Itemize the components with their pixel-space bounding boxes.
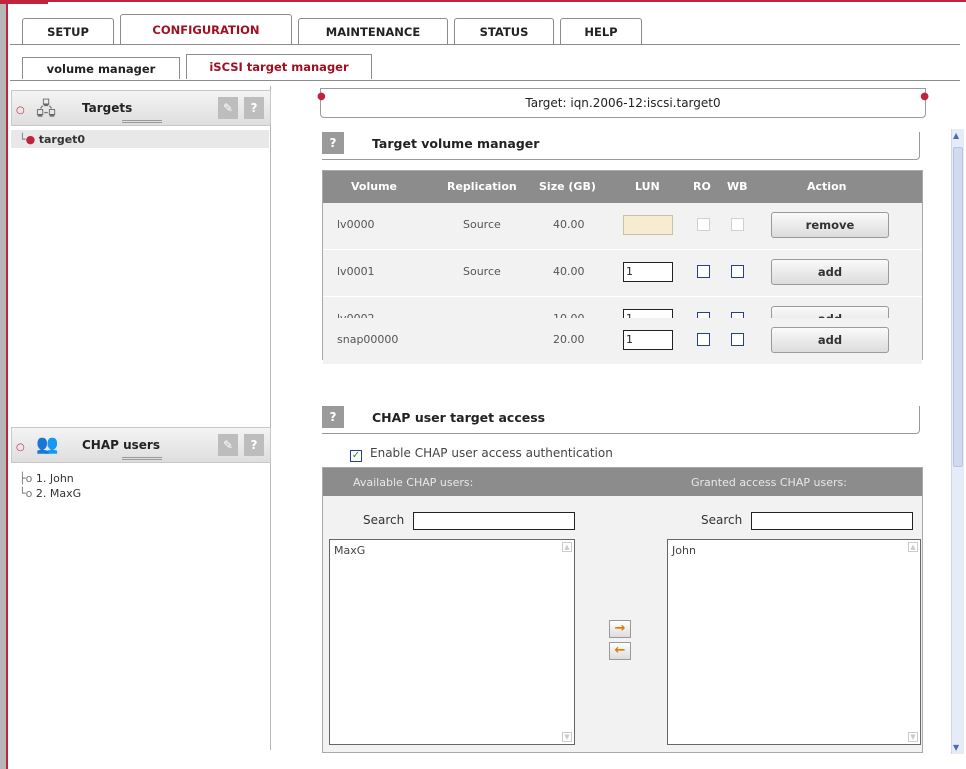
col-lun: LUN [635, 180, 660, 193]
lun-input[interactable]: 1 [623, 330, 673, 350]
resize-grip[interactable] [122, 120, 162, 123]
targets-panel-header: ○ 🖧 Targets ✎ ? [11, 90, 271, 126]
granted-users-list[interactable]: John ▲ ▼ [667, 539, 921, 745]
col-replication: Replication [447, 180, 517, 193]
lun-input[interactable]: 1 [623, 262, 673, 282]
page-scrollbar[interactable]: ▲ ▼ [951, 129, 964, 754]
ro-checkbox[interactable] [697, 333, 710, 346]
scroll-up-icon[interactable]: ▲ [908, 542, 918, 552]
chap-users-header: Available CHAP users: Granted access CHA… [323, 468, 922, 496]
move-right-button[interactable]: → [609, 620, 631, 638]
tab-iscsi-target-manager[interactable]: iSCSI target manager [186, 54, 372, 79]
volume-name: lv0001 [337, 265, 375, 278]
available-users-list[interactable]: MaxG ▲ ▼ [329, 539, 575, 745]
col-volume: Volume [351, 180, 397, 193]
granted-search-label: Search [701, 513, 743, 527]
tab-help[interactable]: HELP [560, 18, 642, 44]
scroll-up-icon[interactable]: ▲ [562, 542, 572, 552]
volume-help-button[interactable]: ? [322, 132, 344, 154]
targets-help-button[interactable]: ? [244, 97, 264, 119]
scrollbar-thumb[interactable] [953, 147, 963, 467]
tree-item-user[interactable]: ├o 1. John [19, 472, 74, 485]
chap-title: CHAP users [82, 438, 160, 452]
scroll-down-icon[interactable]: ▼ [562, 732, 572, 742]
volume-size: 40.00 [553, 265, 585, 278]
scroll-down-icon[interactable]: ▼ [908, 732, 918, 742]
granted-search-input[interactable] [751, 512, 913, 530]
wrench-icon[interactable]: ✎ [218, 434, 238, 456]
add-button[interactable]: add [771, 327, 889, 353]
targets-icon: 🖧 [36, 99, 57, 120]
wb-checkbox[interactable] [731, 265, 744, 278]
target-title: Target: iqn.2006-12:iscsi.target0 [525, 96, 721, 110]
add-button[interactable]: add [771, 259, 889, 285]
col-wb: WB [727, 180, 748, 193]
tree-item-target0[interactable]: └● target0 [19, 133, 85, 146]
tab-setup[interactable]: SETUP [22, 18, 114, 44]
wb-checkbox[interactable] [731, 333, 744, 346]
tab-status[interactable]: STATUS [454, 18, 554, 44]
wrench-icon[interactable]: ✎ [218, 97, 238, 119]
granted-user-item[interactable]: John [672, 544, 696, 557]
main-tabs: SETUP CONFIGURATION MAINTENANCE STATUS H… [22, 14, 648, 44]
replication: Source [463, 265, 501, 278]
left-panel: ○ 🖧 Targets ✎ ? └● target0 ○ 👥 CHAP user… [11, 86, 271, 750]
table-row: snap00000 20.00 1 add [323, 318, 922, 365]
pin-icon: ○ [16, 442, 25, 453]
replication: Source [463, 218, 501, 231]
pin-icon: ● [920, 91, 929, 102]
table-row: lv0001 Source 40.00 1 add [323, 250, 922, 297]
volume-size: 40.00 [553, 218, 585, 231]
available-search-label: Search [363, 513, 405, 527]
pin-icon: ● [317, 91, 326, 102]
col-action: Action [807, 180, 847, 193]
target-title-bar: ● Target: iqn.2006-12:iscsi.target0 ● [317, 88, 929, 118]
chap-users-box: Available CHAP users: Granted access CHA… [322, 467, 923, 753]
tab-configuration[interactable]: CONFIGURATION [120, 14, 292, 44]
scroll-up-icon[interactable]: ▲ [953, 131, 959, 140]
chap-access-header: ? CHAP user target access [322, 406, 920, 434]
tree-item-user[interactable]: └o 2. MaxG [19, 487, 81, 500]
granted-users-header: Granted access CHAP users: [691, 476, 847, 489]
volume-name: lv0000 [337, 218, 375, 231]
col-size: Size (GB) [539, 180, 596, 193]
chap-help-button[interactable]: ? [244, 434, 264, 456]
ro-checkbox [697, 218, 710, 231]
volume-manager-title: Target volume manager [372, 136, 540, 151]
move-left-button[interactable]: ← [609, 642, 631, 660]
available-users-header: Available CHAP users: [353, 476, 474, 489]
sub-tab-divider [10, 80, 960, 81]
lun-input [623, 215, 673, 235]
tab-divider [10, 44, 960, 45]
chap-access-title: CHAP user target access [372, 410, 546, 425]
remove-button[interactable]: remove [771, 212, 889, 238]
table-row: lv0000 Source 40.00 remove [323, 203, 922, 250]
sub-tabs: volume manager iSCSI target manager [22, 54, 378, 79]
chap-help-button[interactable]: ? [322, 406, 344, 428]
volume-name: snap00000 [337, 333, 399, 346]
chap-panel-header: ○ 👥 CHAP users ✎ ? [11, 427, 271, 463]
resize-grip[interactable] [122, 457, 162, 460]
users-icon: 👥 [36, 434, 59, 455]
top-frame-border [0, 0, 966, 8]
volume-size: 20.00 [553, 333, 585, 346]
ro-checkbox[interactable] [697, 265, 710, 278]
left-frame-border [0, 0, 8, 769]
wb-checkbox [731, 218, 744, 231]
volume-table-header: Volume Replication Size (GB) LUN RO WB A… [323, 171, 922, 203]
targets-title: Targets [82, 101, 133, 115]
col-ro: RO [693, 180, 711, 193]
app-window: SETUP CONFIGURATION MAINTENANCE STATUS H… [0, 0, 966, 769]
tab-maintenance[interactable]: MAINTENANCE [298, 18, 448, 44]
enable-chap-row[interactable]: ✓ Enable CHAP user access authentication [350, 446, 613, 462]
available-user-item[interactable]: MaxG [334, 544, 365, 557]
available-search-input[interactable] [413, 512, 575, 530]
scroll-down-icon[interactable]: ▼ [953, 743, 959, 752]
pin-icon: ○ [16, 105, 25, 116]
enable-chap-checkbox[interactable]: ✓ [350, 450, 362, 462]
enable-chap-label: Enable CHAP user access authentication [370, 446, 613, 460]
volume-manager-header: ? Target volume manager [322, 132, 920, 160]
tab-volume-manager[interactable]: volume manager [22, 57, 180, 79]
